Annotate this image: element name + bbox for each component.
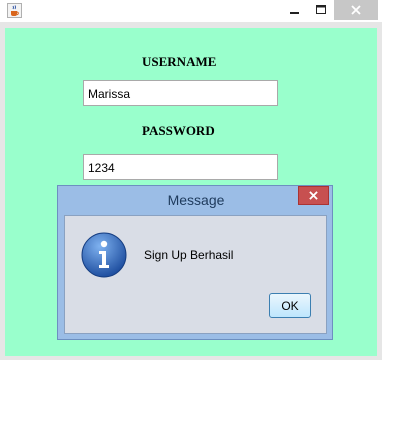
ok-button[interactable]: OK xyxy=(269,293,311,318)
username-label: USERNAME xyxy=(142,54,217,69)
info-icon xyxy=(81,232,127,278)
dialog-title: Message xyxy=(167,192,225,208)
close-icon xyxy=(309,191,318,200)
username-field[interactable]: Marissa xyxy=(83,80,278,106)
dialog-close-button[interactable] xyxy=(298,186,329,205)
minimize-icon xyxy=(290,12,299,14)
minimize-button[interactable] xyxy=(282,0,308,20)
window-close-button[interactable] xyxy=(334,0,378,20)
close-icon xyxy=(351,5,361,15)
password-field[interactable]: 1234 xyxy=(83,154,278,180)
maximize-icon xyxy=(316,5,326,14)
dialog-message: Sign Up Berhasil xyxy=(144,248,234,262)
message-dialog: Message Sign Up Berhasil OK xyxy=(57,185,333,340)
title-bar xyxy=(0,0,382,23)
dialog-body: Sign Up Berhasil OK xyxy=(64,215,327,334)
maximize-button[interactable] xyxy=(308,0,334,20)
password-label: PASSWORD xyxy=(142,123,215,138)
java-cup-icon xyxy=(7,3,22,18)
